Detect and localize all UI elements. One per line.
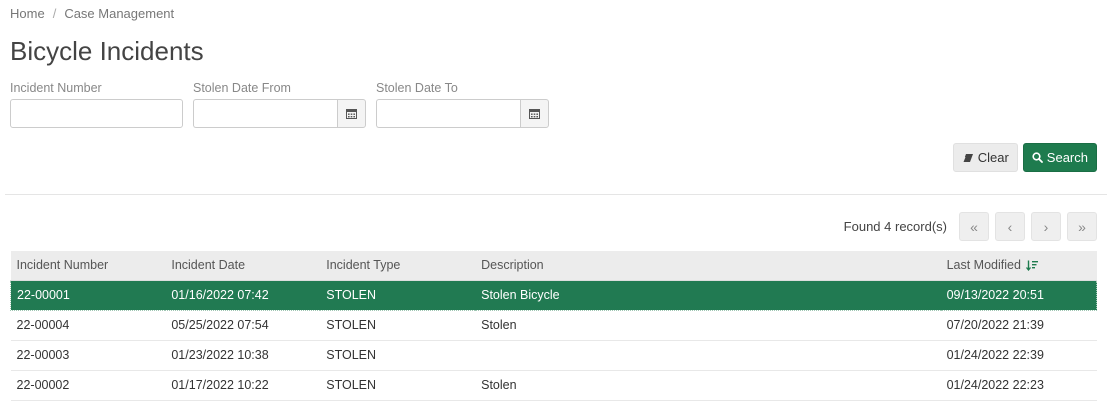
cell-incident-number: 22-00001: [10, 279, 166, 311]
search-button[interactable]: Search: [1022, 143, 1097, 172]
cell-description: [475, 340, 941, 371]
table-row[interactable]: 22-00004 05/25/2022 07:54 STOLEN Stolen 07/2…: [10, 310, 1097, 341]
stolen-date-from-input[interactable]: [193, 99, 337, 128]
last-page-button[interactable]: »: [1067, 212, 1097, 241]
table-header-row: Incident Number Incident Date Incident T…: [10, 251, 1097, 281]
incident-number-filter: Incident Number: [10, 81, 183, 128]
chevron-right-icon: ›: [1043, 218, 1049, 235]
cell-incident-date: 01/16/2022 07:42: [165, 279, 321, 311]
table-row[interactable]: 22-00002 01/17/2022 10:22 STOLEN Stolen 01/2…: [10, 370, 1097, 401]
cell-incident-type: STOLEN: [320, 340, 476, 371]
calendar-icon: [529, 109, 540, 119]
cell-last-modified: 01/24/2022 22:39: [940, 340, 1097, 371]
cell-incident-date: 01/23/2022 10:38: [165, 340, 321, 371]
cell-last-modified: 07/20/2022 21:39: [940, 310, 1097, 341]
cell-incident-date: 05/25/2022 07:54: [165, 310, 321, 341]
incidents-table: Incident Number Incident Date Incident T…: [10, 251, 1097, 401]
search-button-label: Search: [1046, 150, 1088, 165]
column-header-incident-number[interactable]: Incident Number: [10, 251, 166, 281]
breadcrumb-home-link[interactable]: Home: [10, 6, 45, 21]
cell-incident-number: 22-00002: [10, 370, 166, 401]
sort-desc-icon: [1025, 260, 1038, 272]
filter-actions: Clear Search: [952, 143, 1097, 172]
table-body: 22-00001 01/16/2022 07:42 STOLEN Stolen Bic…: [10, 279, 1097, 401]
incident-number-wrap: [10, 99, 183, 128]
cell-incident-date: 01/17/2022 10:22: [165, 370, 321, 401]
stolen-date-to-wrap: [376, 99, 549, 128]
cell-incident-type: STOLEN: [320, 279, 476, 311]
cell-incident-number: 22-00003: [10, 340, 166, 371]
record-count: Found 4 record(s): [843, 219, 947, 234]
column-header-incident-type[interactable]: Incident Type: [320, 251, 476, 281]
breadcrumb-separator: /: [52, 6, 57, 21]
stolen-date-from-wrap: [193, 99, 366, 128]
cell-description: Stolen: [475, 370, 941, 401]
eraser-icon: [962, 153, 973, 162]
search-icon: [1032, 152, 1043, 163]
previous-page-button[interactable]: ‹: [995, 212, 1025, 241]
cell-incident-type: STOLEN: [320, 370, 476, 401]
table-row[interactable]: 22-00003 01/23/2022 10:38 STOLEN 01/24/2022…: [10, 340, 1097, 371]
stolen-date-to-filter: Stolen Date To: [376, 81, 549, 128]
incident-number-label: Incident Number: [10, 81, 102, 95]
pagination: Found 4 record(s) « ‹ › »: [844, 212, 1097, 241]
clear-button-label: Clear: [977, 150, 1009, 165]
stolen-date-to-input[interactable]: [376, 99, 520, 128]
double-chevron-right-icon: »: [1078, 218, 1086, 235]
chevron-left-icon: ‹: [1007, 218, 1013, 235]
breadcrumb: Home / Case Management: [10, 6, 174, 21]
next-page-button[interactable]: ›: [1031, 212, 1061, 241]
column-header-last-modified-label: Last Modified: [946, 258, 1021, 273]
cell-incident-number: 22-00004: [10, 310, 166, 341]
calendar-icon: [346, 109, 357, 119]
first-page-button[interactable]: «: [959, 212, 989, 241]
column-header-incident-date[interactable]: Incident Date: [165, 251, 321, 281]
clear-button[interactable]: Clear: [952, 143, 1018, 172]
stolen-date-from-label: Stolen Date From: [193, 81, 291, 95]
double-chevron-left-icon: «: [970, 218, 978, 235]
stolen-date-to-label: Stolen Date To: [376, 81, 458, 95]
stolen-date-to-calendar-button[interactable]: [520, 99, 549, 128]
cell-last-modified: 09/13/2022 20:51: [940, 279, 1097, 311]
breadcrumb-current: Case Management: [64, 6, 175, 21]
page-title: Bicycle Incidents: [10, 36, 204, 66]
cell-description: Stolen: [475, 310, 941, 341]
table-row[interactable]: 22-00001 01/16/2022 07:42 STOLEN Stolen Bic…: [10, 279, 1097, 311]
incident-number-input[interactable]: [10, 99, 183, 128]
stolen-date-from-calendar-button[interactable]: [337, 99, 366, 128]
column-header-description[interactable]: Description: [475, 251, 941, 281]
cell-description: Stolen Bicycle: [475, 279, 941, 311]
cell-incident-type: STOLEN: [320, 310, 476, 341]
cell-last-modified: 01/24/2022 22:23: [940, 370, 1097, 401]
column-header-last-modified[interactable]: Last Modified: [940, 251, 1097, 281]
filter-form: Incident Number Stolen Date From Stolen …: [10, 81, 549, 128]
section-divider: [5, 194, 1107, 195]
stolen-date-from-filter: Stolen Date From: [193, 81, 366, 128]
